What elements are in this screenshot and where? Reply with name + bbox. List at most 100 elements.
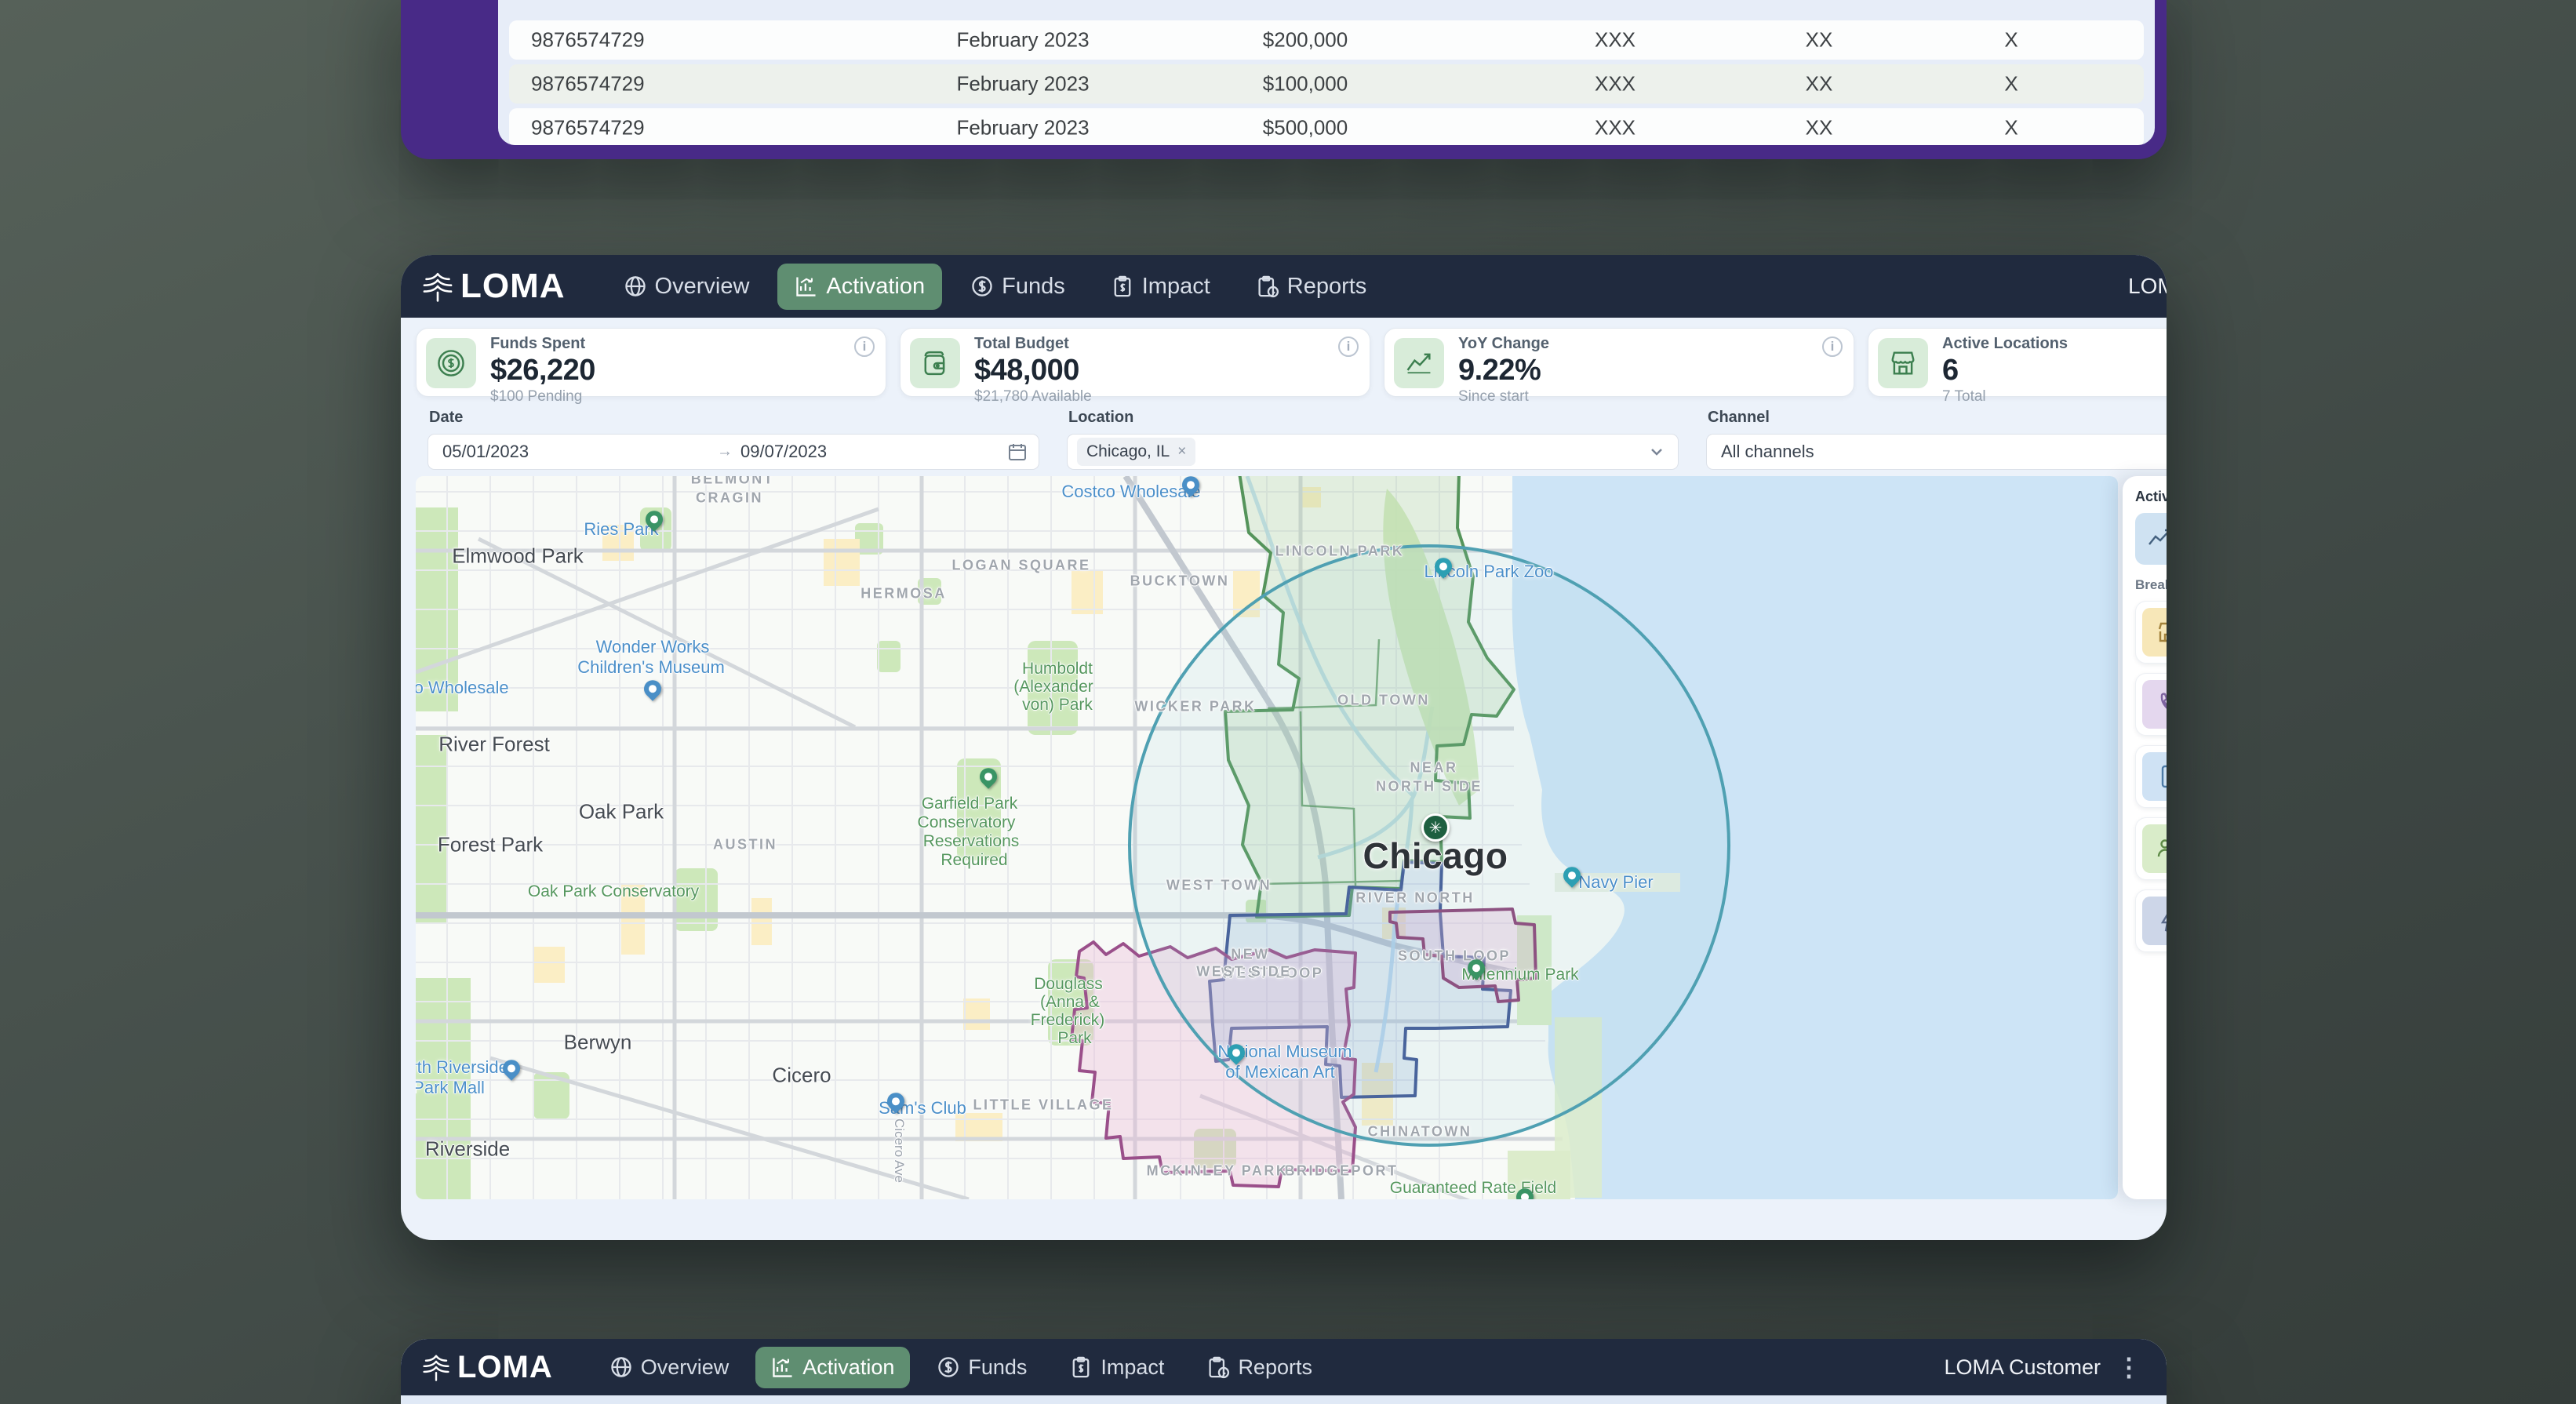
chip-remove-icon[interactable]: × bbox=[1177, 443, 1186, 460]
row-col6: X bbox=[2004, 116, 2018, 140]
stat-sub: Since start bbox=[1458, 388, 1549, 406]
nav-item-impact[interactable]: Impact bbox=[1053, 1347, 1180, 1388]
channel-select[interactable]: All channels bbox=[1706, 434, 2167, 470]
chart-icon bbox=[771, 1355, 795, 1379]
breakdown-device-button[interactable] bbox=[2135, 745, 2167, 808]
user-menu-label-clipped[interactable]: LOMA Customer bbox=[2128, 274, 2167, 299]
table-window: 9876574729 February 2023 $500,000 XXX XX… bbox=[401, 0, 2167, 159]
phone-icon bbox=[2155, 691, 2167, 718]
pin-millennium-park bbox=[1464, 956, 1488, 980]
breakdown-phone-button[interactable] bbox=[2135, 673, 2167, 736]
stat-card-total-budget: Total Budget $48,000 $21,780 Available i bbox=[900, 328, 1370, 397]
loma-logo[interactable]: LOMA bbox=[421, 267, 566, 306]
dashboard-window: LOMA Overview Activation Funds Impact bbox=[401, 255, 2167, 1240]
pin-garfield-park-conservatory bbox=[976, 765, 1000, 789]
stat-card-active-locations: Active Locations 6 7 Total i bbox=[1868, 328, 2167, 397]
row-period: February 2023 bbox=[956, 116, 1089, 140]
info-icon[interactable]: i bbox=[1822, 336, 1843, 357]
user-menu[interactable]: LOMA Customer ⋮ bbox=[1944, 1351, 2146, 1383]
breakdown-bolt-button[interactable] bbox=[2135, 889, 2167, 952]
clipboard-clock-icon bbox=[1206, 1355, 1230, 1379]
table-row[interactable]: 9876574729 February 2023 $200,000 XXX XX… bbox=[509, 20, 2144, 60]
pin-guaranteed-rate-field bbox=[1512, 1185, 1537, 1199]
bottom-navigation: LOMA Overview Activation Funds Impact bbox=[401, 1339, 2167, 1395]
row-id: 9876574729 bbox=[531, 72, 645, 96]
nav-items: Overview Activation Funds Impact Reports bbox=[594, 1347, 1328, 1388]
calendar-icon[interactable] bbox=[1007, 442, 1028, 462]
nav-item-impact[interactable]: Impact bbox=[1093, 264, 1228, 310]
row-col4: XXX bbox=[1595, 72, 1635, 96]
stat-value: $48,000 bbox=[974, 354, 1092, 387]
stat-label: Funds Spent bbox=[490, 335, 595, 353]
nav-item-reports[interactable]: Reports bbox=[1239, 264, 1384, 310]
row-col5: XX bbox=[1806, 116, 1833, 140]
info-icon[interactable]: i bbox=[854, 336, 875, 357]
mobile-device-icon bbox=[2155, 763, 2167, 790]
table-row[interactable]: 9876574729 February 2023 $100,000 XXX XX… bbox=[509, 64, 2144, 104]
activity-trend-button[interactable] bbox=[2135, 513, 2167, 565]
globe-icon bbox=[609, 1355, 633, 1379]
pin-navy-pier bbox=[1559, 864, 1584, 888]
data-table: 9876574729 February 2023 $500,000 XXX XX… bbox=[498, 0, 2155, 145]
kebab-menu-icon[interactable]: ⋮ bbox=[2112, 1351, 2146, 1383]
brand-name: LOMA bbox=[460, 267, 566, 306]
stat-label: Active Locations bbox=[1942, 335, 2068, 353]
brand-name: LOMA bbox=[457, 1350, 553, 1385]
nav-label: Impact bbox=[1101, 1355, 1164, 1380]
channel-value: All channels bbox=[1721, 442, 1814, 462]
row-id: 9876574729 bbox=[531, 116, 645, 140]
pin-north-riverside-park-mall bbox=[499, 1057, 523, 1081]
nav-item-activation[interactable]: Activation bbox=[777, 264, 942, 310]
tree-logo-icon bbox=[421, 270, 454, 303]
clipboard-dollar-icon bbox=[1069, 1355, 1093, 1379]
breakdown-panel-title: Breakdown bbox=[2135, 577, 2167, 593]
trend-line-icon bbox=[2146, 526, 2167, 552]
pin-ries-park bbox=[642, 507, 666, 532]
info-icon[interactable]: i bbox=[1338, 336, 1359, 357]
location-filter-label: Location bbox=[1068, 409, 1133, 427]
date-range-input[interactable]: 05/01/2023 → 09/07/2023 bbox=[428, 434, 1039, 470]
dollar-circle-icon bbox=[937, 1355, 960, 1379]
map-canvas[interactable]: BELMONTCRAGINHERMOSALOGAN SQUAREBUCKTOWN… bbox=[416, 476, 2118, 1199]
storefront-icon bbox=[1878, 338, 1928, 388]
row-col5: XX bbox=[1806, 72, 1833, 96]
trend-up-icon bbox=[1394, 338, 1444, 388]
stat-value: $26,220 bbox=[490, 354, 595, 387]
channel-filter-label: Channel bbox=[1708, 409, 1770, 427]
row-id: 9876574729 bbox=[531, 28, 645, 53]
date-filter-label: Date bbox=[429, 409, 463, 427]
loma-logo[interactable]: LOMA bbox=[421, 1350, 553, 1385]
row-period: February 2023 bbox=[956, 28, 1089, 53]
breakdown-store-button[interactable] bbox=[2135, 601, 2167, 664]
table-row[interactable]: 9876574729 February 2023 $500,000 XXX XX… bbox=[509, 108, 2144, 145]
pin-sams-club bbox=[883, 1089, 908, 1114]
pin-national-museum-mexican-art bbox=[1224, 1041, 1248, 1065]
nav-item-overview[interactable]: Overview bbox=[606, 264, 767, 310]
globe-icon bbox=[624, 275, 647, 298]
nav-label: Activation bbox=[802, 1355, 894, 1380]
location-chip[interactable]: Chicago, IL × bbox=[1077, 438, 1195, 466]
nav-label: Overview bbox=[641, 1355, 730, 1380]
nav-item-funds[interactable]: Funds bbox=[953, 264, 1082, 310]
breakdown-people-button[interactable] bbox=[2135, 817, 2167, 880]
date-end-value[interactable]: 09/07/2023 bbox=[740, 442, 827, 462]
tree-logo-icon bbox=[421, 1352, 451, 1382]
nav-item-overview[interactable]: Overview bbox=[594, 1347, 745, 1388]
bolt-icon bbox=[2155, 908, 2167, 934]
clipboard-dollar-icon bbox=[1111, 275, 1134, 298]
nav-item-reports[interactable]: Reports bbox=[1191, 1347, 1328, 1388]
location-select[interactable]: Chicago, IL × bbox=[1067, 434, 1679, 470]
nav-label: Reports bbox=[1287, 274, 1367, 300]
nav-label: Activation bbox=[826, 274, 925, 300]
chevron-down-icon[interactable] bbox=[1648, 443, 1665, 460]
people-icon bbox=[2155, 835, 2167, 862]
nav-label: Funds bbox=[1002, 274, 1065, 300]
nav-item-funds[interactable]: Funds bbox=[921, 1347, 1042, 1388]
row-col4: XXX bbox=[1595, 28, 1635, 53]
date-start-value[interactable]: 05/01/2023 bbox=[442, 442, 529, 462]
stat-card-funds-spent: Funds Spent $26,220 $100 Pending i bbox=[416, 328, 886, 397]
stat-sub: $100 Pending bbox=[490, 388, 595, 406]
nav-label: Overview bbox=[655, 274, 750, 300]
nav-item-activation[interactable]: Activation bbox=[755, 1347, 910, 1388]
row-col4: XXX bbox=[1595, 116, 1635, 140]
